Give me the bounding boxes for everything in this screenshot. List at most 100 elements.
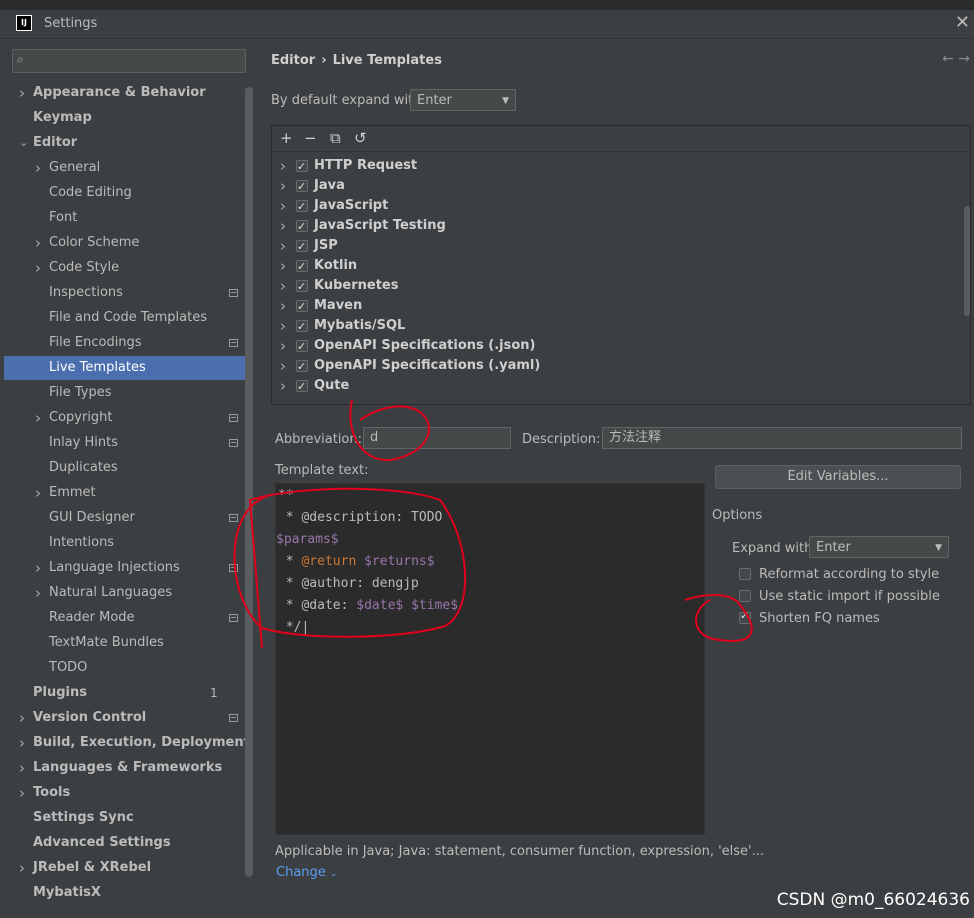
chevron-right-icon[interactable]: › [19, 81, 25, 105]
sidebar-item-live-templates[interactable]: Live Templates [4, 356, 253, 380]
template-group-row[interactable]: › Kotlin [272, 256, 962, 277]
template-group-checkbox[interactable] [296, 377, 308, 397]
chevron-right-icon[interactable]: › [280, 336, 286, 356]
template-group-row[interactable]: › JSP [272, 236, 962, 257]
chevron-right-icon[interactable]: › [35, 481, 41, 505]
shorten-fq-checkbox[interactable] [739, 609, 751, 624]
chevron-right-icon[interactable]: › [19, 781, 25, 805]
sidebar-item-tools[interactable]: › Tools [4, 781, 253, 805]
sidebar-item-languages-frameworks[interactable]: › Languages & Frameworks [4, 756, 253, 780]
abbreviation-input[interactable]: d [363, 427, 511, 449]
sidebar-item-textmate-bundles[interactable]: TextMate Bundles [4, 631, 253, 655]
sidebar-item-file-and-code-templates[interactable]: File and Code Templates [4, 306, 253, 330]
remove-icon[interactable]: − [304, 129, 317, 147]
edit-variables-button[interactable]: Edit Variables... [715, 465, 961, 489]
template-group-checkbox[interactable] [296, 237, 308, 257]
breadcrumb-parent[interactable]: Editor [271, 53, 315, 68]
template-group-row[interactable]: › Maven [272, 296, 962, 317]
template-group-checkbox[interactable] [296, 357, 308, 377]
template-group-row[interactable]: › JavaScript [272, 196, 962, 217]
chevron-right-icon[interactable]: › [19, 856, 25, 880]
template-group-checkbox[interactable] [296, 217, 308, 237]
sidebar-item-build-execution-deployment[interactable]: › Build, Execution, Deployment [4, 731, 253, 755]
sidebar-item-code-editing[interactable]: Code Editing [4, 181, 253, 205]
sidebar-item-general[interactable]: › General [4, 156, 253, 180]
template-group-checkbox[interactable] [296, 197, 308, 217]
chevron-right-icon[interactable]: › [280, 216, 286, 236]
chevron-right-icon[interactable]: › [35, 556, 41, 580]
sidebar-item-plugins[interactable]: Plugins 1 [4, 681, 253, 705]
chevron-right-icon[interactable]: › [35, 406, 41, 430]
change-context-link[interactable]: Change ⌄ [276, 865, 337, 880]
sidebar-item-inlay-hints[interactable]: Inlay Hints [4, 431, 253, 455]
chevron-right-icon[interactable]: › [280, 256, 286, 276]
template-group-row[interactable]: › HTTP Request [272, 156, 962, 177]
sidebar-item-color-scheme[interactable]: › Color Scheme [4, 231, 253, 255]
template-group-row[interactable]: › Mybatis/SQL [272, 316, 962, 337]
chevron-right-icon[interactable]: › [280, 236, 286, 256]
sidebar-item-settings-sync[interactable]: Settings Sync [4, 806, 253, 830]
sidebar-item-inspections[interactable]: Inspections [4, 281, 253, 305]
chevron-right-icon[interactable]: › [280, 276, 286, 296]
expand-with-select[interactable]: Enter ▼ [809, 536, 949, 558]
sidebar-item-reader-mode[interactable]: Reader Mode [4, 606, 253, 630]
templates-scrollbar[interactable] [964, 206, 970, 316]
reformat-checkbox[interactable] [739, 568, 751, 580]
sidebar-item-gui-designer[interactable]: GUI Designer [4, 506, 253, 530]
sidebar-item-keymap[interactable]: Keymap [4, 106, 253, 130]
back-forward-arrows[interactable]: ← → [942, 51, 970, 67]
static-import-checkbox[interactable] [739, 590, 751, 602]
sidebar-item-file-encodings[interactable]: File Encodings [4, 331, 253, 355]
chevron-right-icon[interactable]: › [280, 196, 286, 216]
sidebar-item-code-style[interactable]: › Code Style [4, 256, 253, 280]
expand-default-select[interactable]: Enter ▼ [410, 89, 516, 111]
template-group-row[interactable]: › Kubernetes [272, 276, 962, 297]
chevron-right-icon[interactable]: › [35, 256, 41, 280]
sidebar-item-duplicates[interactable]: Duplicates [4, 456, 253, 480]
template-group-row[interactable]: › JavaScript Testing [272, 216, 962, 237]
chevron-down-icon[interactable]: ⌄ [19, 131, 28, 155]
chevron-right-icon[interactable]: › [280, 156, 286, 176]
chevron-right-icon[interactable]: › [19, 756, 25, 780]
template-group-row[interactable]: › Qute [272, 376, 962, 397]
chevron-right-icon[interactable]: › [280, 176, 286, 196]
sidebar-item-todo[interactable]: TODO [4, 656, 253, 680]
sidebar-item-emmet[interactable]: › Emmet [4, 481, 253, 505]
chevron-right-icon[interactable]: › [19, 731, 25, 755]
template-group-checkbox[interactable] [296, 177, 308, 197]
sidebar-item-version-control[interactable]: › Version Control [4, 706, 253, 730]
search-input[interactable]: ⌕ [12, 49, 246, 73]
sidebar-scrollbar[interactable] [245, 87, 253, 877]
chevron-right-icon[interactable]: › [280, 356, 286, 376]
restore-icon[interactable]: ↺ [354, 129, 367, 147]
chevron-right-icon[interactable]: › [280, 296, 286, 316]
sidebar-item-advanced-settings[interactable]: Advanced Settings [4, 831, 253, 855]
chevron-right-icon[interactable]: › [35, 156, 41, 180]
template-group-checkbox[interactable] [296, 297, 308, 317]
sidebar-item-natural-languages[interactable]: › Natural Languages [4, 581, 253, 605]
chevron-right-icon[interactable]: › [19, 706, 25, 730]
template-text-editor[interactable]: ** * @description: TODO $params$ * @retu… [275, 483, 705, 835]
template-group-checkbox[interactable] [296, 157, 308, 177]
sidebar-item-appearance-behavior[interactable]: › Appearance & Behavior [4, 81, 253, 105]
sidebar-item-copyright[interactable]: › Copyright [4, 406, 253, 430]
chevron-right-icon[interactable]: › [35, 231, 41, 255]
chevron-right-icon[interactable]: › [280, 376, 286, 396]
sidebar-item-jrebel-xrebel[interactable]: › JRebel & XRebel [4, 856, 253, 880]
template-group-checkbox[interactable] [296, 317, 308, 337]
template-group-row[interactable]: › Java [272, 176, 962, 197]
add-icon[interactable]: + [280, 129, 293, 147]
sidebar-item-editor[interactable]: ⌄ Editor [4, 131, 253, 155]
sidebar-item-font[interactable]: Font [4, 206, 253, 230]
chevron-right-icon[interactable]: › [280, 316, 286, 336]
template-group-row[interactable]: › OpenAPI Specifications (.yaml) [272, 356, 962, 377]
close-icon[interactable]: ✕ [955, 12, 970, 33]
template-group-row[interactable]: › OpenAPI Specifications (.json) [272, 336, 962, 357]
copy-icon[interactable]: ⧉ [330, 129, 341, 147]
chevron-right-icon[interactable]: › [35, 581, 41, 605]
template-group-checkbox[interactable] [296, 277, 308, 297]
description-input[interactable]: 方法注释 [602, 427, 962, 449]
template-group-checkbox[interactable] [296, 257, 308, 277]
sidebar-item-file-types[interactable]: File Types [4, 381, 253, 405]
sidebar-item-intentions[interactable]: Intentions [4, 531, 253, 555]
